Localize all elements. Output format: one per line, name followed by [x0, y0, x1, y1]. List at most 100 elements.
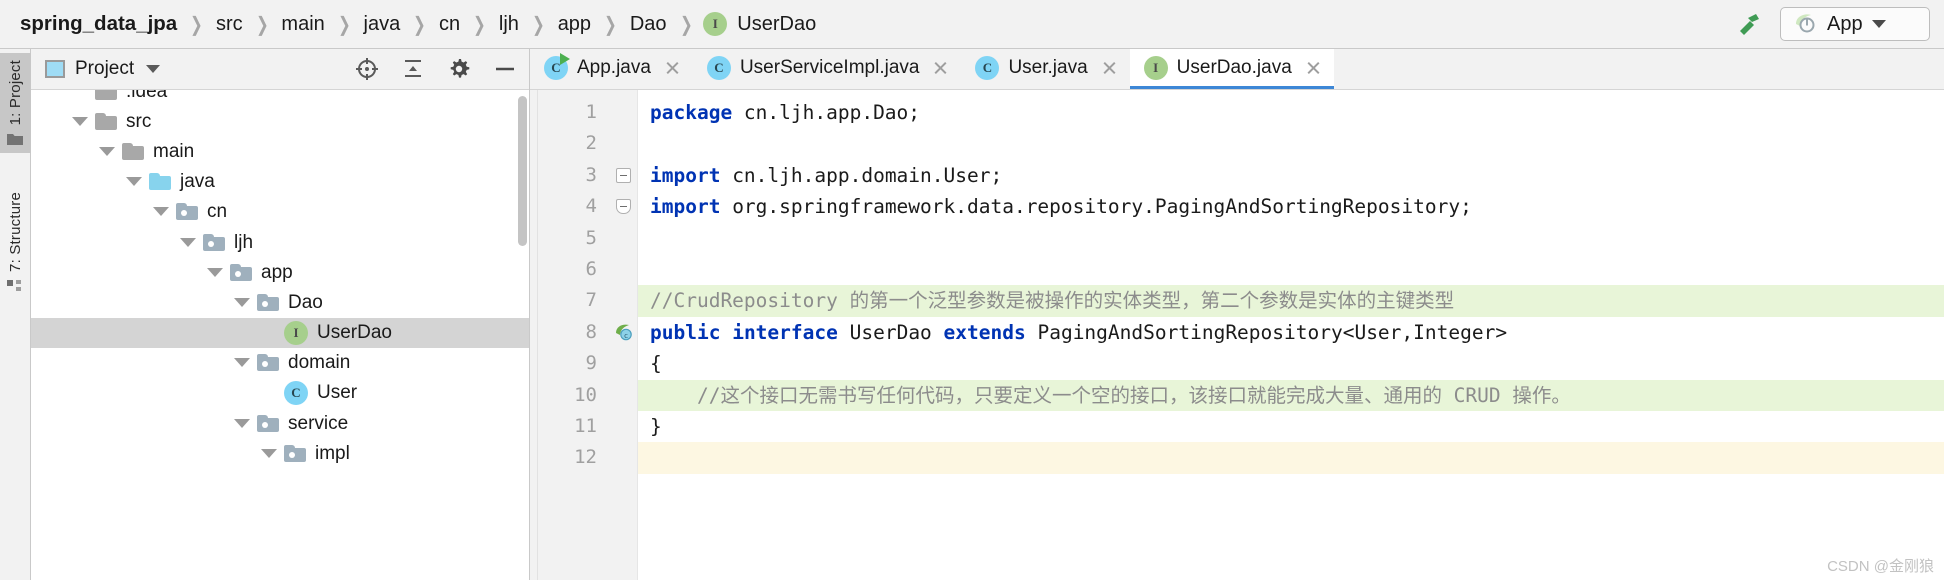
line-number: 7 [585, 289, 597, 312]
code-token: cn.ljh.app.Dao; [732, 101, 921, 124]
hide-panel-icon[interactable] [493, 57, 517, 81]
spring-bean-icon[interactable]: c [614, 322, 634, 342]
tree-item-label: .idea [126, 90, 168, 102]
sidebar-item-project[interactable]: 1: Project [0, 53, 31, 154]
project-tree[interactable]: .idea src main java cn ljh app Dao I UserDao domai… [31, 90, 529, 580]
project-panel-title-group[interactable]: Project [45, 58, 355, 80]
code-line[interactable]: { [638, 348, 1944, 379]
editor-tab-userserviceimpl-java[interactable]: C UserServiceImpl.java [693, 49, 962, 89]
tree-row[interactable]: src [31, 106, 529, 136]
code-line[interactable] [638, 128, 1944, 159]
chevron-down-icon[interactable] [261, 448, 277, 458]
code-line[interactable]: } [638, 411, 1944, 442]
close-icon[interactable] [664, 59, 681, 76]
chevron-down-icon[interactable] [234, 297, 250, 307]
editor-tab-userdao-java[interactable]: I UserDao.java [1129, 49, 1334, 89]
editor-gutter-icons[interactable]: c [610, 90, 638, 580]
tree-item-label: cn [207, 201, 228, 223]
fold-collapse-icon[interactable] [616, 167, 631, 183]
tree-row[interactable]: I UserDao [31, 317, 529, 348]
navbar-right-controls: App [1734, 7, 1934, 41]
tree-item-label: main [153, 140, 195, 162]
code-token: public [650, 320, 721, 344]
project-panel-scrollbar[interactable] [518, 96, 527, 246]
folder-icon [149, 173, 171, 191]
breadcrumb-item-ljh[interactable]: ljh [497, 13, 521, 36]
tree-row[interactable]: Dao [31, 287, 529, 317]
code-content[interactable]: package cn.ljh.app.Dao; import cn.ljh.ap… [638, 90, 1944, 580]
sidebar-item-structure[interactable]: 7: Structure [0, 185, 31, 300]
line-number: 8 [585, 320, 597, 343]
breadcrumb-label: java [363, 12, 401, 35]
breadcrumb-item-main[interactable]: main [279, 13, 326, 36]
hammer-icon[interactable] [1734, 9, 1764, 39]
breadcrumb-item-src[interactable]: src [214, 13, 245, 36]
breadcrumb-item-java[interactable]: java [362, 13, 403, 36]
tree-row[interactable]: service [31, 408, 529, 438]
close-icon[interactable] [1101, 59, 1118, 76]
collapse-all-icon[interactable] [401, 57, 425, 81]
gutter-cell [610, 411, 637, 442]
code-line[interactable] [638, 254, 1944, 285]
breadcrumb-separator: ❯ [604, 13, 617, 36]
editor-tab-user-java[interactable]: C User.java [961, 49, 1129, 89]
select-opened-file-icon[interactable] [355, 57, 379, 81]
breadcrumb-item-dao[interactable]: Dao [628, 13, 669, 36]
tree-row[interactable]: app [31, 257, 529, 287]
chevron-down-icon[interactable] [72, 116, 88, 126]
chevron-down-icon[interactable] [234, 358, 250, 368]
code-line[interactable]: //这个接口无需书写任何代码，只要定义一个空的接口，该接口就能完成大量、通用的 … [638, 379, 1944, 411]
close-icon[interactable] [1305, 59, 1322, 76]
close-icon[interactable] [932, 59, 949, 76]
breadcrumb-separator: ❯ [532, 13, 545, 36]
chevron-down-icon[interactable] [234, 418, 250, 428]
chevron-down-icon[interactable] [180, 237, 196, 247]
line-number: 6 [585, 257, 597, 280]
tree-item-label: User [317, 382, 358, 404]
code-line[interactable] [638, 223, 1944, 254]
line-number: 2 [585, 132, 597, 155]
breadcrumb-separator: ❯ [473, 13, 486, 36]
run-configuration-selector[interactable]: App [1780, 7, 1930, 41]
gutter-cell [610, 223, 637, 254]
editor-tab-app-java[interactable]: C App.java [530, 49, 693, 89]
editor-left-margin [530, 90, 538, 580]
code-line[interactable] [638, 442, 1944, 474]
breadcrumb-item-cn[interactable]: cn [437, 13, 462, 36]
tree-row[interactable]: java [31, 167, 529, 197]
code-line[interactable]: public interface UserDao extends PagingA… [638, 317, 1944, 348]
code-token: org.springframework.data.repository.Pagi… [720, 195, 1472, 219]
tree-item-label: src [126, 110, 152, 132]
code-token: //这个接口无需书写任何代码，只要定义一个空的接口，该接口就能完成大量、通用的 … [650, 383, 1571, 407]
chevron-down-icon[interactable] [153, 207, 169, 217]
code-line[interactable]: //CrudRepository 的第一个泛型参数是被操作的实体类型，第二个参数… [638, 285, 1944, 317]
chevron-down-icon[interactable] [207, 267, 223, 277]
chevron-down-icon[interactable] [99, 146, 115, 156]
code-line[interactable]: package cn.ljh.app.Dao; [638, 97, 1944, 128]
tree-row[interactable]: impl [31, 438, 529, 468]
chevron-down-icon[interactable] [1871, 20, 1886, 28]
tree-row[interactable]: .idea [31, 90, 529, 106]
svg-text:c: c [623, 332, 627, 340]
breadcrumb-item-app[interactable]: app [556, 13, 593, 36]
ide-window: spring_data_jpa ❯ src ❯ main ❯ java ❯ cn ❯ ljh ❯ app… [0, 0, 1944, 580]
breadcrumb-item-userdao[interactable]: I UserDao [703, 12, 818, 36]
tree-row[interactable]: main [31, 136, 529, 166]
line-number: 3 [585, 163, 597, 186]
chevron-down-icon[interactable] [126, 177, 142, 187]
code-token: package [650, 101, 733, 124]
settings-gear-icon[interactable] [447, 57, 471, 81]
code-line[interactable]: import org.springframework.data.reposito… [638, 191, 1944, 222]
tree-row[interactable]: cn [31, 197, 529, 227]
gutter-cell [610, 254, 637, 285]
tree-row[interactable]: domain [31, 348, 529, 378]
breadcrumb-label: ljh [498, 12, 519, 35]
tree-row[interactable]: C User [31, 378, 529, 408]
code-line[interactable]: import cn.ljh.app.domain.User; [638, 160, 1944, 191]
breadcrumb-item-spring-data-jpa[interactable]: spring_data_jpa [18, 12, 179, 36]
tree-row[interactable]: ljh [31, 227, 529, 257]
code-editor[interactable]: 1 2 3 4 5 6 7 8 9 10 11 12 c package cn.ljh.app.Dao… [530, 90, 1944, 580]
chevron-down-icon[interactable] [146, 65, 161, 73]
fold-end-icon[interactable] [616, 199, 631, 215]
gutter-cell [610, 285, 637, 316]
